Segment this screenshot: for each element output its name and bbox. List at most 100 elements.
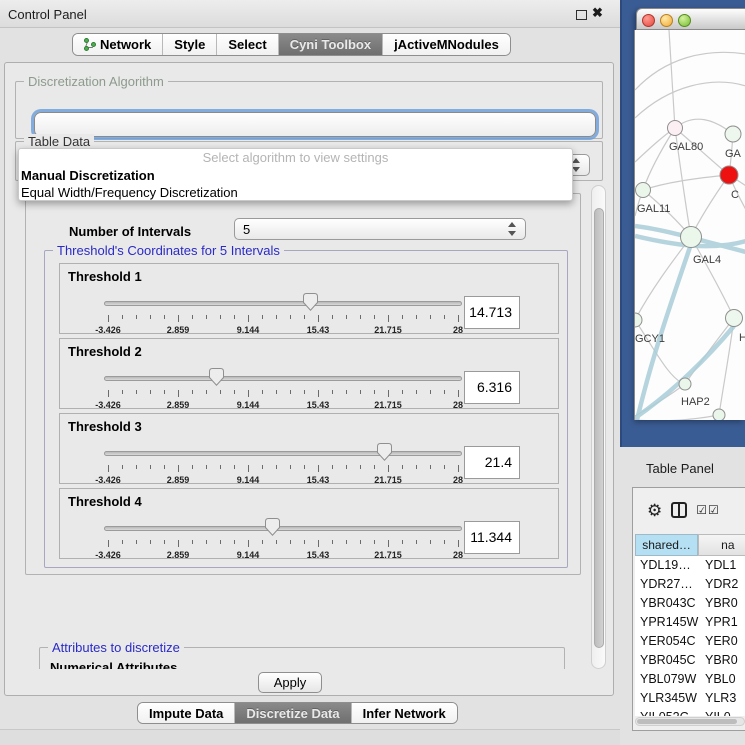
table-horizontal-scrollbar[interactable]	[635, 717, 745, 726]
slider-tick	[458, 540, 459, 547]
apply-button[interactable]: Apply	[258, 672, 322, 693]
threshold-value-field[interactable]: 21.4	[464, 446, 520, 479]
scrollbar-thumb[interactable]	[637, 719, 737, 724]
split-columns-icon[interactable]	[671, 502, 687, 518]
slider-tick-label: 21.715	[374, 400, 402, 410]
network-node[interactable]	[720, 166, 738, 184]
traffic-light-close-icon[interactable]	[642, 14, 655, 27]
table-rows[interactable]: YDL19…YDL1YDR27…YDR2YBR043CYBR0YPR145WYP…	[635, 556, 745, 716]
tab-cyni-toolbox[interactable]: Cyni Toolbox	[279, 34, 383, 55]
tab-infer-network[interactable]: Infer Network	[352, 703, 457, 723]
traffic-light-minimize-icon[interactable]	[660, 14, 673, 27]
table-row[interactable]: YBR045CYBR0	[635, 651, 745, 670]
tab-select[interactable]: Select	[217, 34, 278, 55]
threshold-row-3: Threshold 3 -3.4262.8599.14415.4321.7152…	[59, 413, 559, 484]
slider-tick	[108, 315, 109, 322]
network-window-titlebar[interactable]	[636, 8, 745, 30]
tab-jactivemnodules[interactable]: jActiveMNodules	[383, 34, 510, 55]
slider-track	[104, 301, 462, 306]
slider-thumb[interactable]	[303, 293, 318, 311]
slider-tick	[374, 465, 375, 469]
slider-tick-label: 2.859	[167, 400, 190, 410]
table-row[interactable]: YDL19…YDL1	[635, 556, 745, 575]
network-node-label: C	[731, 189, 739, 201]
slider-tick	[290, 540, 291, 544]
slider-tick	[192, 465, 193, 469]
threshold-slider[interactable]: -3.4262.8599.14415.4321.71528	[108, 292, 458, 334]
slider-tick	[234, 390, 235, 394]
table-row[interactable]: YDR27…YDR2	[635, 575, 745, 594]
slider-tick	[416, 465, 417, 469]
slider-tick	[458, 465, 459, 472]
threshold-value-field[interactable]: 11.344	[464, 521, 520, 554]
slider-tick	[248, 540, 249, 547]
number-of-intervals-combobox[interactable]: 5	[234, 218, 526, 240]
slider-tick	[402, 315, 403, 319]
gear-icon[interactable]: ⚙	[647, 502, 662, 519]
table-row[interactable]: YBL079WYBL0	[635, 670, 745, 689]
network-node[interactable]	[679, 378, 691, 390]
group-title: Threshold's Coordinates for 5 Intervals	[53, 243, 284, 258]
network-node[interactable]	[636, 183, 651, 198]
network-canvas[interactable]: GAL80GACGAL11GAL4GCY1HHAP2	[634, 30, 745, 420]
threshold-value-field[interactable]: 14.713	[464, 296, 520, 329]
tab-style[interactable]: Style	[163, 34, 217, 55]
checkbox-icon[interactable]: ☑☑	[696, 503, 720, 517]
algorithm-combobox[interactable]	[34, 112, 596, 137]
network-node[interactable]	[681, 227, 702, 248]
tab-impute-data[interactable]: Impute Data	[138, 703, 235, 723]
table-row[interactable]: YIL052CYIL0	[635, 708, 745, 716]
network-node[interactable]	[713, 409, 725, 420]
table-row[interactable]: YLR345WYLR3	[635, 689, 745, 708]
slider-tick-label: 15.43	[307, 400, 330, 410]
settings-scrollbar[interactable]	[591, 185, 606, 669]
cell-name: YBR0	[705, 651, 745, 670]
threshold-slider[interactable]: -3.4262.8599.14415.4321.71528	[108, 367, 458, 409]
close-icon[interactable]: ✖	[592, 5, 603, 21]
slider-thumb[interactable]	[377, 443, 392, 461]
slider-tick	[444, 540, 445, 544]
threshold-slider[interactable]: -3.4262.8599.14415.4321.71528	[108, 517, 458, 559]
slider-tick-label: -3.426	[95, 475, 121, 485]
cell-shared-name: YBR045C	[635, 651, 705, 670]
float-window-icon[interactable]	[576, 10, 587, 20]
tab-network[interactable]: Network	[73, 34, 163, 55]
network-node[interactable]	[725, 126, 741, 142]
slider-tick	[276, 465, 277, 469]
traffic-light-zoom-icon[interactable]	[678, 14, 691, 27]
group-title: Discretization Algorithm	[24, 74, 168, 89]
column-header-name[interactable]: na	[698, 534, 745, 556]
slider-tick-label: 2.859	[167, 475, 190, 485]
cell-shared-name: YIL052C	[635, 708, 705, 716]
slider-tick	[332, 315, 333, 319]
threshold-value-field[interactable]: 6.316	[464, 371, 520, 404]
slider-thumb[interactable]	[265, 518, 280, 536]
numerical-attributes-heading: Numerical Attributes	[50, 660, 177, 669]
network-node[interactable]	[668, 121, 683, 136]
slider-tick	[234, 465, 235, 469]
dropdown-option-manual[interactable]: Manual Discretization	[19, 167, 572, 184]
cell-shared-name: YLR345W	[635, 689, 705, 708]
dropdown-placeholder: Select algorithm to view settings	[19, 149, 572, 167]
table-row[interactable]: YBR043CYBR0	[635, 594, 745, 613]
table-row[interactable]: YPR145WYPR1	[635, 613, 745, 632]
network-node[interactable]	[726, 310, 743, 327]
table-panel-body: ⚙ ☑☑ shared… na YDL19…YDL1YDR27…YDR2YBR0…	[632, 487, 745, 731]
slider-tick	[332, 465, 333, 469]
scrollbar-thumb[interactable]	[594, 208, 604, 648]
table-row[interactable]: YER054CYER0	[635, 632, 745, 651]
slider-thumb[interactable]	[209, 368, 224, 386]
threshold-label: Threshold 4	[68, 494, 142, 509]
control-panel: Control Panel ✖ Network Style Select Cyn…	[0, 0, 620, 745]
cell-name: YBL0	[705, 670, 745, 689]
tab-label: Style	[174, 37, 205, 52]
slider-tick	[346, 390, 347, 394]
column-header-shared-name[interactable]: shared…	[635, 534, 698, 556]
network-node[interactable]	[635, 313, 642, 327]
dropdown-option-equal-width[interactable]: Equal Width/Frequency Discretization	[19, 184, 572, 201]
slider-tick	[122, 465, 123, 469]
thresholds-group: Threshold's Coordinates for 5 Intervals …	[44, 250, 568, 568]
tab-discretize-data[interactable]: Discretize Data	[235, 703, 351, 723]
slider-tick-label: 15.43	[307, 475, 330, 485]
threshold-slider[interactable]: -3.4262.8599.14415.4321.71528	[108, 442, 458, 484]
